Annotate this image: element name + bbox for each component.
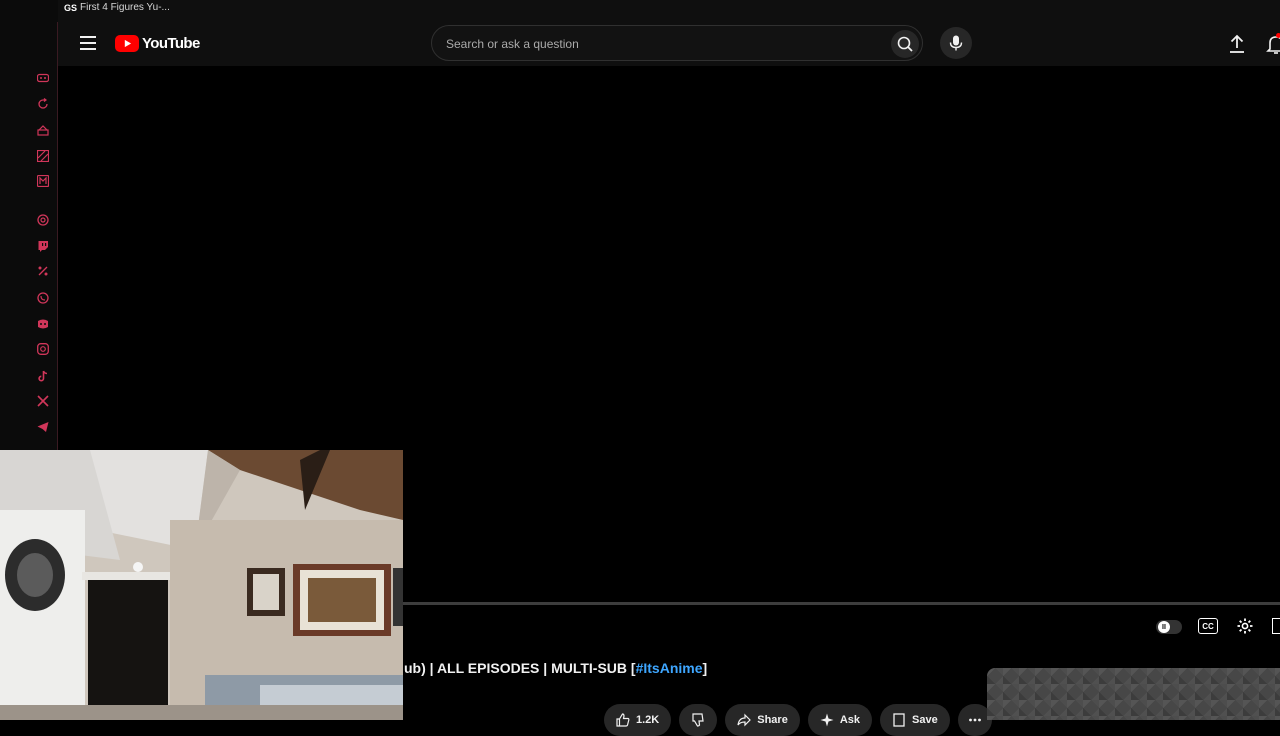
gamepad-icon[interactable] [36,71,50,85]
ask-button[interactable]: Ask [807,704,873,736]
microphone-icon [949,35,963,51]
youtube-header: YouTube [58,22,1280,66]
upload-button[interactable] [1226,33,1248,55]
percent-icon[interactable] [36,264,50,278]
video-title-text: ub) | ALL EPISODES | MULTI-SUB [ [404,660,636,676]
more-icon [968,718,981,722]
share-icon [737,713,752,727]
share-button[interactable]: Share [725,704,800,736]
ask-label: Ask [839,714,861,726]
thumbs-down-icon [692,713,704,727]
browser-tab[interactable]: GS First 4 Figures Yu-... [64,2,170,13]
video-actions: 1.2K Share Ask Save [604,704,992,736]
video-title: ub) | ALL EPISODES | MULTI-SUB [#ItsAnim… [404,660,707,676]
m-icon[interactable] [36,174,50,188]
dislike-button[interactable] [679,704,718,736]
hashtag-link[interactable]: #ItsAnime [636,660,703,676]
x-icon[interactable] [36,394,50,408]
autoplay-toggle[interactable]: II [1156,620,1182,634]
browser-tab-bar: GS First 4 Figures Yu-... [58,0,1280,22]
webcam-room-image [0,450,403,720]
search-icon [897,36,913,52]
share-label: Share [757,714,788,726]
stripes-icon[interactable] [36,149,50,163]
search-box [431,25,923,61]
tiktok-icon[interactable] [36,369,50,383]
captions-button[interactable]: CC [1198,618,1218,634]
instagram-icon[interactable] [36,342,50,356]
cake-icon[interactable] [36,123,50,137]
side-panel-thumbnail[interactable] [987,668,1280,720]
upload-icon [1230,34,1244,53]
webcam-overlay [0,450,403,720]
whatsapp-icon[interactable] [36,291,50,305]
save-label: Save [912,714,938,726]
youtube-logo[interactable]: YouTube [115,35,200,52]
discord-icon[interactable] [36,317,50,331]
logo-text: YouTube [142,35,200,52]
notification-badge [1276,33,1280,38]
video-progress-bar[interactable] [403,602,1280,605]
voice-search-button[interactable] [940,27,972,59]
miniplayer-button[interactable] [1272,618,1280,634]
bookmark-icon [893,713,905,727]
sparkle-icon [820,713,834,727]
save-button[interactable]: Save [880,704,950,736]
search-button[interactable] [891,30,919,58]
menu-icon[interactable] [80,36,96,50]
refresh-icon[interactable] [36,97,50,111]
search-input[interactable] [444,34,868,54]
thumbs-up-icon [616,713,630,727]
pause-icon: II [1158,621,1170,633]
youtube-play-logo-icon [115,35,139,52]
openai-icon[interactable] [36,213,50,227]
settings-button[interactable] [1236,617,1254,635]
tab-title: First 4 Figures Yu-... [80,2,170,13]
gear-icon [1237,618,1253,634]
like-button[interactable]: 1.2K [604,704,672,736]
like-count: 1.2K [636,714,660,726]
telegram-icon[interactable] [36,420,50,434]
twitch-icon[interactable] [36,239,50,253]
video-title-end: ] [702,660,708,676]
tab-favicon: GS [64,2,78,13]
